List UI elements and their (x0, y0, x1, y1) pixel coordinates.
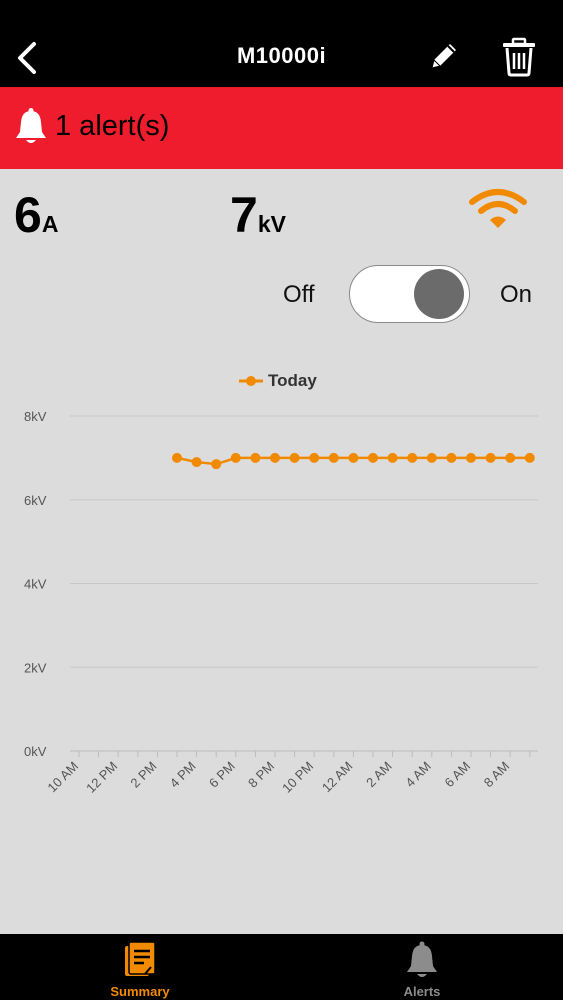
pencil-icon[interactable] (426, 38, 462, 74)
tab-summary[interactable]: Summary (80, 984, 200, 999)
current-reading: 6A (14, 186, 58, 244)
voltage-line-chart: 0kV 2kV 4kV 6kV 8kV 10 AM 12 PM 2 PM 4 PM 6 PM 8 P… (24, 409, 538, 796)
data-point (328, 452, 339, 463)
voltage-unit: kV (257, 211, 286, 237)
x-tick-label: 6 AM (442, 759, 474, 791)
data-point (407, 452, 418, 463)
x-tick-label: 10 AM (44, 759, 81, 796)
data-point (348, 452, 359, 463)
data-point (250, 452, 261, 463)
data-point (211, 459, 222, 470)
legend-label: Today (268, 371, 317, 390)
x-tick-label: 4 PM (167, 759, 199, 791)
y-tick-label: 8kV (24, 409, 47, 424)
data-point (524, 452, 535, 463)
summary-document-icon[interactable] (123, 940, 159, 980)
toggle-knob[interactable] (414, 269, 464, 319)
x-tick-label: 8 PM (245, 759, 277, 791)
tab-alerts[interactable]: Alerts (362, 984, 482, 999)
current-unit: A (41, 211, 59, 237)
y-tick-label: 4kV (24, 577, 47, 592)
page-title: M10000i (236, 43, 327, 68)
x-tick-label: 12 AM (319, 759, 356, 796)
voltage-reading: 7kV (230, 186, 286, 244)
data-point (368, 452, 378, 463)
x-tick-label: 6 PM (206, 759, 238, 791)
data-point (505, 452, 516, 463)
y-tick-label: 2kV (24, 660, 47, 675)
power-toggle[interactable] (349, 265, 470, 323)
data-point (446, 452, 457, 463)
data-point (191, 457, 202, 468)
x-tick-label: 8 AM (481, 759, 513, 791)
alert-count-text: 1 alert(s) (55, 110, 170, 142)
data-point (270, 452, 280, 463)
toggle-off-label: Off (283, 281, 315, 308)
data-point (426, 452, 437, 463)
x-tick-label: 4 AM (402, 759, 434, 791)
data-point (485, 452, 496, 463)
data-point (309, 452, 320, 463)
legend-marker (239, 376, 263, 386)
data-point (387, 452, 398, 463)
data-point (466, 452, 476, 463)
x-tick-label: 12 PM (83, 759, 120, 796)
x-tick-label: 2 PM (127, 759, 159, 791)
trash-icon[interactable] (500, 37, 538, 77)
toggle-on-label: On (500, 281, 533, 308)
x-tick-label: 10 PM (279, 759, 316, 796)
alerts-bell-icon[interactable] (404, 940, 440, 980)
wifi-icon (469, 189, 527, 228)
current-value: 6 (14, 187, 42, 243)
data-point (289, 452, 300, 463)
x-tick-label: 2 AM (363, 759, 395, 791)
bell-icon (16, 108, 46, 143)
data-point (230, 452, 241, 463)
voltage-value: 7 (230, 187, 258, 243)
y-tick-label: 0kV (24, 744, 47, 759)
data-point (172, 452, 182, 463)
y-tick-label: 6kV (24, 493, 47, 508)
